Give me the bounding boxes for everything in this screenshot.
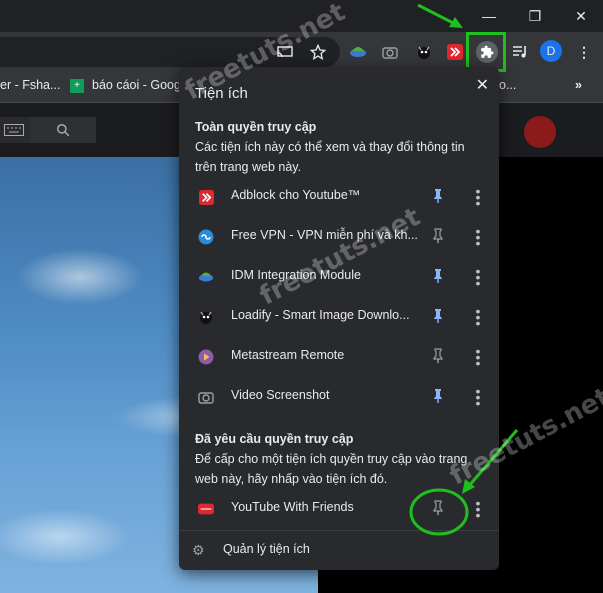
idm-icon[interactable] — [348, 42, 368, 62]
close-icon[interactable]: ✕ — [476, 75, 489, 95]
requested-access-heading: Đã yêu cầu quyền truy cập — [195, 432, 354, 446]
bookmark-item[interactable]: o... — [499, 78, 516, 92]
pin-icon[interactable] — [431, 188, 445, 204]
extension-item-loadify[interactable]: Loadify - Smart Image Downlo... • • • — [179, 297, 499, 337]
adblock-icon[interactable] — [445, 42, 465, 62]
extension-name: Loadify - Smart Image Downlo... — [231, 308, 410, 322]
media-icon[interactable] — [510, 42, 530, 62]
more-options-icon[interactable]: • • • — [475, 384, 481, 410]
more-options-icon[interactable]: • • • — [475, 184, 481, 210]
channel-avatar[interactable] — [524, 116, 556, 148]
full-access-description: Các tiện ích này có thể xem và thay đổi … — [195, 140, 465, 174]
pin-icon[interactable] — [431, 388, 445, 404]
camera-icon — [198, 389, 214, 405]
extension-name: Adblock cho Youtube™ — [231, 188, 361, 202]
extension-item-youtube-with-friends[interactable]: YouTube With Friends • • • — [179, 489, 499, 529]
pin-icon[interactable] — [431, 348, 445, 364]
menu-icon[interactable]: ⋮ — [574, 42, 594, 62]
keyboard-icon[interactable] — [0, 117, 30, 143]
pin-icon[interactable] — [431, 228, 445, 244]
pin-icon[interactable] — [431, 308, 445, 324]
vpn-icon — [198, 229, 214, 245]
bookmarks-overflow[interactable]: » — [575, 78, 582, 92]
restore-button[interactable]: ❐ — [512, 0, 558, 32]
manage-extensions-button[interactable]: ⚙ Quản lý tiện ích — [179, 532, 499, 568]
more-options-icon[interactable]: • • • — [475, 496, 481, 522]
requested-access-description: Để cấp cho một tiện ích quyền truy cập v… — [195, 452, 468, 486]
divider — [179, 530, 499, 531]
extension-name: Video Screenshot — [231, 388, 330, 402]
extension-name: YouTube With Friends — [231, 500, 354, 514]
pin-icon[interactable] — [431, 500, 445, 516]
sheets-icon: + — [70, 78, 84, 93]
more-options-icon[interactable]: • • • — [475, 344, 481, 370]
extension-item-metastream[interactable]: Metastream Remote • • • — [179, 337, 499, 377]
camera-icon[interactable] — [380, 42, 400, 62]
more-options-icon[interactable]: • • • — [475, 224, 481, 250]
more-options-icon[interactable]: • • • — [475, 304, 481, 330]
manage-extensions-label: Quản lý tiện ích — [223, 542, 310, 556]
close-window-button[interactable]: ✕ — [558, 0, 603, 32]
search-icon — [57, 124, 70, 137]
search-button[interactable] — [30, 117, 96, 143]
adblock-icon — [198, 189, 214, 205]
puzzle-icon[interactable] — [476, 41, 498, 63]
extensions-popup: Tiện ích ✕ Toàn quyền truy cập Các tiện … — [179, 67, 499, 570]
idm-icon — [198, 269, 214, 285]
bookmark-item[interactable]: + báo cáoi - Goog — [70, 78, 181, 93]
profile-avatar[interactable]: D — [540, 40, 562, 62]
extension-item-adblock[interactable]: Adblock cho Youtube™ • • • — [179, 177, 499, 217]
more-options-icon[interactable]: • • • — [475, 264, 481, 290]
gear-icon: ⚙ — [192, 542, 205, 558]
star-icon[interactable] — [308, 42, 328, 62]
minimize-button[interactable]: — — [466, 0, 512, 32]
extension-item-video-screenshot[interactable]: Video Screenshot • • • — [179, 377, 499, 417]
extension-name: Metastream Remote — [231, 348, 345, 362]
ytwf-icon — [198, 501, 214, 517]
loadify-icon — [198, 309, 214, 325]
loadify-icon[interactable] — [414, 42, 434, 62]
metastream-icon — [198, 349, 214, 365]
pin-icon[interactable] — [431, 268, 445, 284]
bookmark-item[interactable]: er - Fsha... — [0, 78, 60, 92]
full-access-heading: Toàn quyền truy cập — [195, 120, 317, 134]
